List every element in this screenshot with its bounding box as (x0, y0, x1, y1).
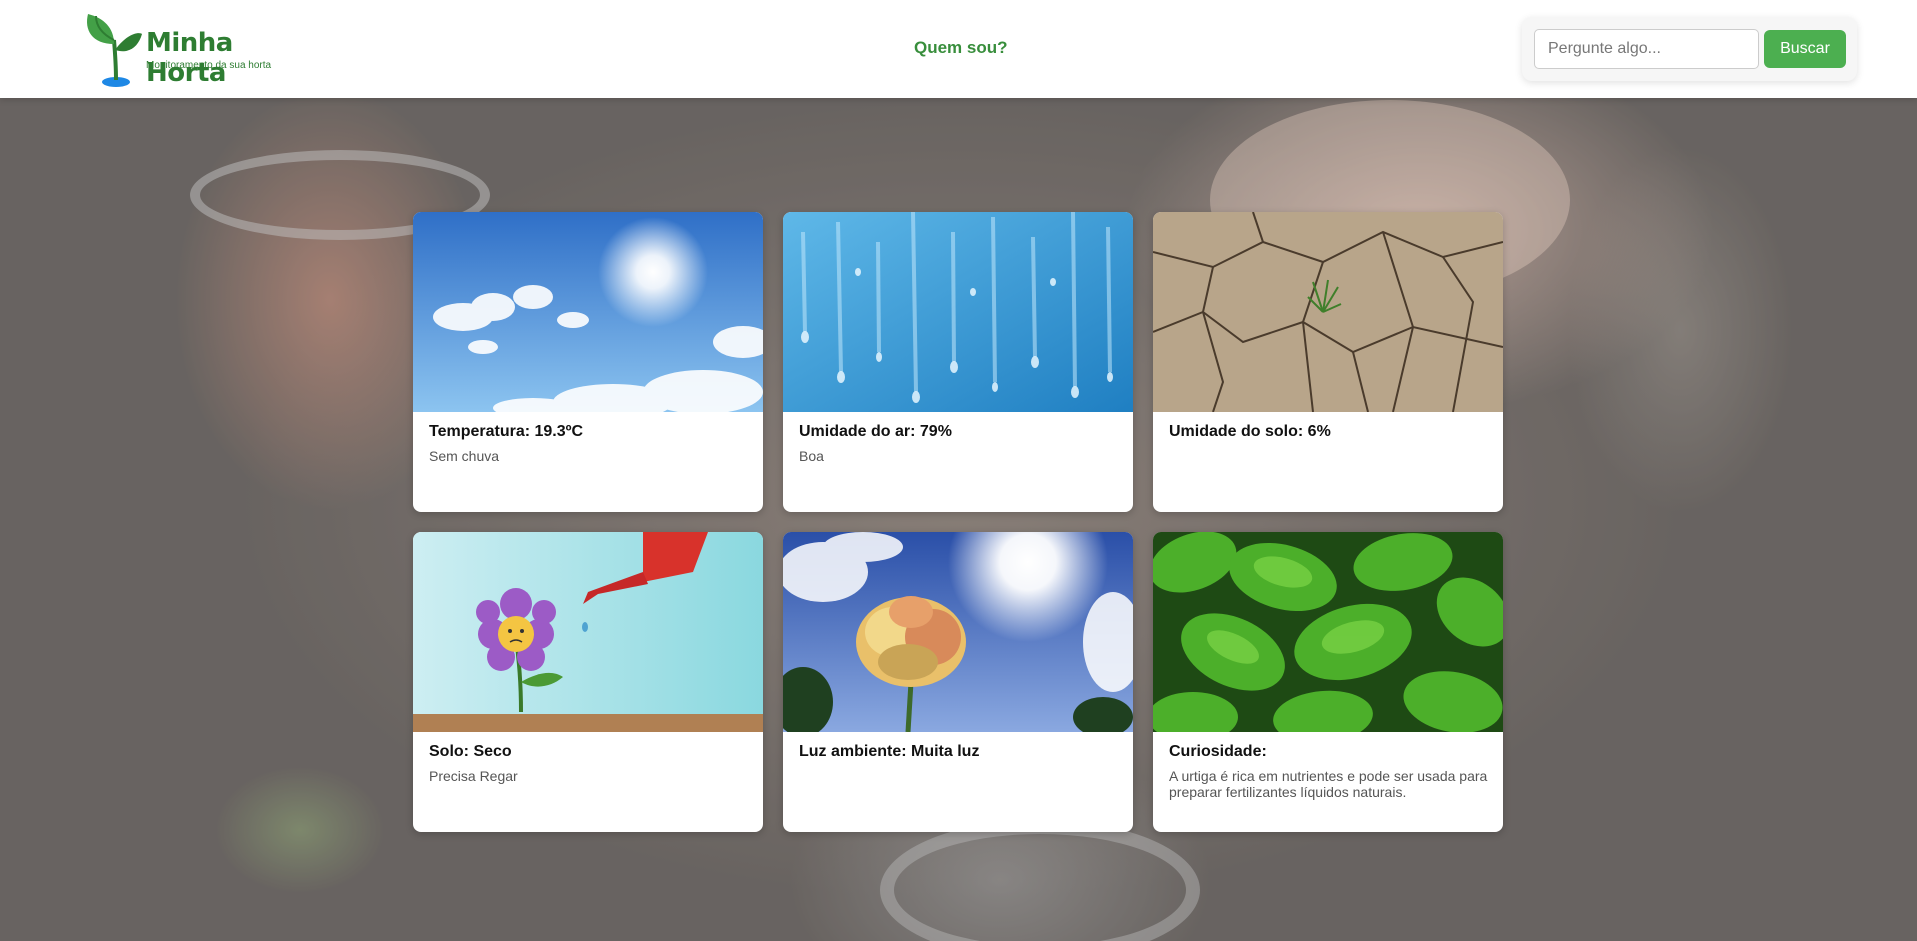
nettle-leaves-image (1153, 532, 1503, 732)
card-text: Precisa Regar (429, 768, 518, 784)
card-title: Temperatura: 19.3ºC (429, 423, 584, 440)
card-text: A urtiga é rica em nutrientes e pode ser… (1169, 768, 1488, 800)
water-droplets-image (783, 212, 1133, 412)
search-button[interactable]: Buscar (1764, 30, 1846, 68)
card-title: Umidade do solo: 6% (1169, 423, 1331, 440)
sunny-sky-image (413, 212, 763, 412)
logo-title: Minha Horta (146, 28, 233, 88)
card-title: Luz ambiente: Muita luz (799, 743, 980, 760)
logo-subtitle: Monitoramento da sua horta (146, 60, 272, 71)
search-input[interactable] (1534, 29, 1759, 69)
card-air-humidity[interactable]: Umidade do ar: 79% Boa (783, 212, 1133, 512)
card-soil-state[interactable]: Solo: Seco Precisa Regar (413, 532, 763, 832)
nav-link-about[interactable]: Quem sou? (914, 38, 1008, 58)
search-box: Buscar (1522, 17, 1857, 81)
sensor-card-grid: Temperatura: 19.3ºC Sem chuva Umidade do… (413, 212, 1503, 832)
card-ambient-light[interactable]: Luz ambiente: Muita luz (783, 532, 1133, 832)
top-header: Minha Horta Monitoramento da sua horta Q… (0, 0, 1917, 98)
card-text: Sem chuva (429, 448, 500, 464)
logo[interactable]: Minha Horta Monitoramento da sua horta (82, 4, 302, 88)
card-text: Boa (799, 448, 824, 464)
card-curiosity[interactable]: Curiosidade: A urtiga é rica em nutrient… (1153, 532, 1503, 832)
watering-can-flower-image (413, 532, 763, 732)
card-soil-humidity[interactable]: Umidade do solo: 6% (1153, 212, 1503, 512)
card-title: Umidade do ar: 79% (799, 423, 952, 440)
card-title: Curiosidade: (1169, 743, 1267, 760)
sprout-logo-icon (87, 14, 142, 87)
card-temperature[interactable]: Temperatura: 19.3ºC Sem chuva (413, 212, 763, 512)
dry-cracked-soil-image (1153, 212, 1503, 412)
card-title: Solo: Seco (429, 743, 512, 760)
flower-in-sun-image (783, 532, 1133, 732)
